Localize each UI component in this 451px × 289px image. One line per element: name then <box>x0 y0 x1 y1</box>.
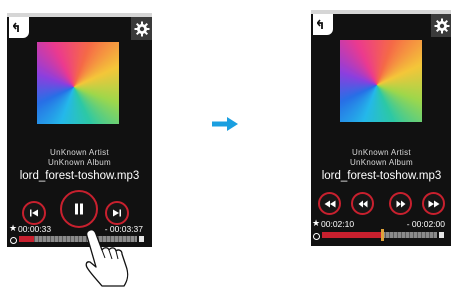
elapsed-time: 00:00:33 <box>18 224 52 234</box>
album-label: UnKnown Album <box>349 158 414 167</box>
repeat-icon[interactable] <box>10 237 17 244</box>
rewind-icon <box>358 200 367 207</box>
track-title: lord_forest-toshow.mp3 <box>19 170 140 182</box>
seek-bar-fill <box>19 236 35 242</box>
back-icon <box>13 22 19 32</box>
prev-button[interactable] <box>22 201 46 225</box>
gear-icon <box>434 18 449 33</box>
album-art <box>340 40 422 122</box>
prev-icon <box>30 209 38 217</box>
seek-bar-thumb[interactable] <box>380 229 384 241</box>
pin-icon: ★ <box>9 223 18 233</box>
pause-icon <box>75 203 83 215</box>
album-label: UnKnown Album <box>47 158 112 167</box>
elapsed-time: 00:02:10 <box>321 219 355 229</box>
rewind-fast-button[interactable] <box>318 192 341 215</box>
pin-icon: ★ <box>312 218 321 228</box>
remaining-time: - 00:02:00 <box>406 219 445 229</box>
artist-label: UnKnown Artist <box>352 148 411 157</box>
seek-bar[interactable] <box>322 229 437 241</box>
player-screen-after: UnKnown Artist UnKnown Album lord_forest… <box>311 10 451 246</box>
rewind-button[interactable] <box>351 192 374 215</box>
forward-button[interactable] <box>389 192 412 215</box>
seek-bar-fill <box>322 232 382 238</box>
touch-hand-icon <box>85 229 129 287</box>
track-title: lord_forest-toshow.mp3 <box>321 170 442 182</box>
forward-fast-icon <box>428 200 439 207</box>
back-icon <box>317 19 323 29</box>
settings-button[interactable] <box>431 14 451 37</box>
player-screen-before: UnKnown Artist UnKnown Album lord_forest… <box>7 13 152 247</box>
transition-arrow-icon <box>212 117 238 131</box>
artist-label: UnKnown Artist <box>50 148 109 157</box>
back-button[interactable] <box>313 14 333 35</box>
forward-icon <box>396 200 405 207</box>
forward-fast-button[interactable] <box>422 192 445 215</box>
next-icon <box>113 209 121 217</box>
rewind-fast-icon <box>324 200 335 207</box>
repeat-icon[interactable] <box>313 233 320 240</box>
seek-bar-end <box>439 232 444 238</box>
album-art <box>37 42 119 124</box>
gear-icon <box>134 21 149 36</box>
next-button[interactable] <box>105 201 129 225</box>
pause-button[interactable] <box>60 190 98 228</box>
settings-button[interactable] <box>131 17 152 40</box>
back-button[interactable] <box>9 17 29 38</box>
